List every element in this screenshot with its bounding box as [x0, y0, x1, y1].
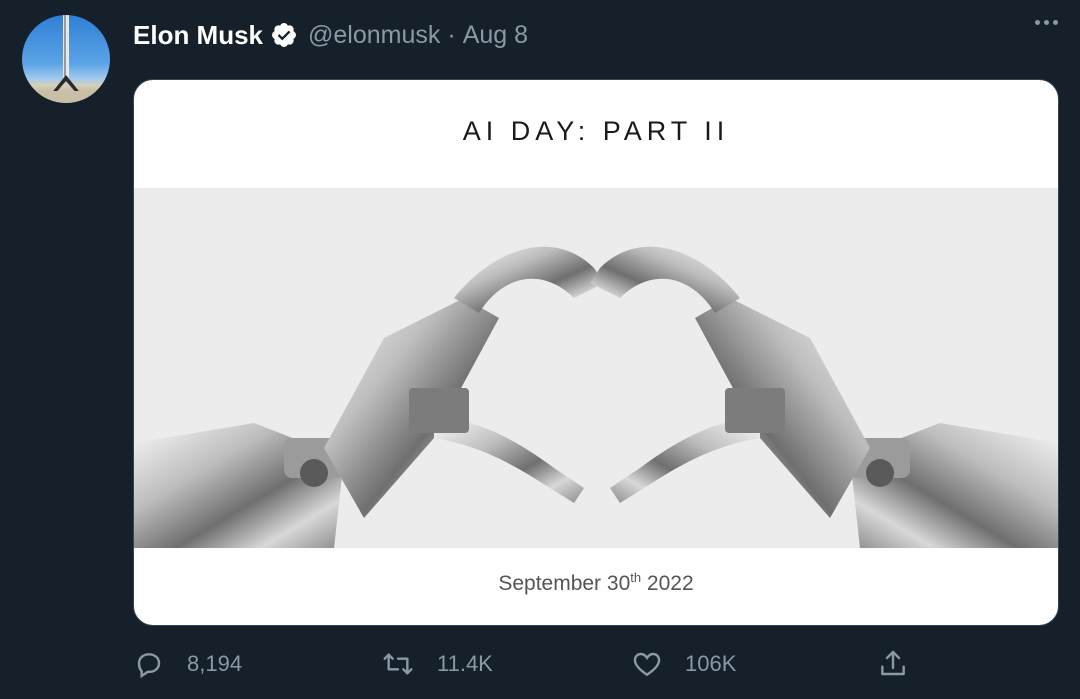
author-name[interactable]: Elon Musk — [133, 20, 263, 51]
card-date-suffix: th — [630, 570, 642, 585]
retweet-button[interactable]: 11.4K — [381, 648, 493, 680]
reply-count: 8,194 — [187, 651, 243, 676]
reply-icon — [133, 648, 165, 680]
card-date-year: 2022 — [641, 572, 694, 595]
more-options-icon[interactable] — [1035, 20, 1058, 25]
share-button[interactable] — [877, 648, 909, 680]
retweet-count: 11.4K — [437, 651, 493, 676]
like-count: 106K — [685, 651, 737, 676]
like-button[interactable]: 106K — [631, 648, 736, 680]
tweet-header: Elon Musk @elonmusk · Aug 8 — [133, 17, 1060, 53]
separator-dot: · — [447, 20, 456, 49]
tweet-actions: 8,194 11.4K 106K — [133, 648, 1063, 688]
avatar[interactable] — [22, 15, 110, 103]
heart-icon — [631, 648, 663, 680]
card-title: AI DAY: PART II — [462, 116, 730, 146]
reply-button[interactable]: 8,194 — [133, 648, 242, 680]
author-handle[interactable]: @elonmusk — [308, 21, 440, 50]
media-card[interactable]: AI DAY: PART II September 30th 2022 — [133, 79, 1059, 626]
tweet-date[interactable]: Aug 8 — [463, 21, 528, 50]
share-icon — [877, 648, 909, 680]
retweet-icon — [381, 648, 415, 680]
card-date: September 30th 2022 — [134, 570, 1058, 596]
card-date-day: September 30 — [498, 572, 631, 595]
robot-hands-heart-image — [134, 188, 1058, 548]
verified-badge-icon — [270, 21, 298, 49]
